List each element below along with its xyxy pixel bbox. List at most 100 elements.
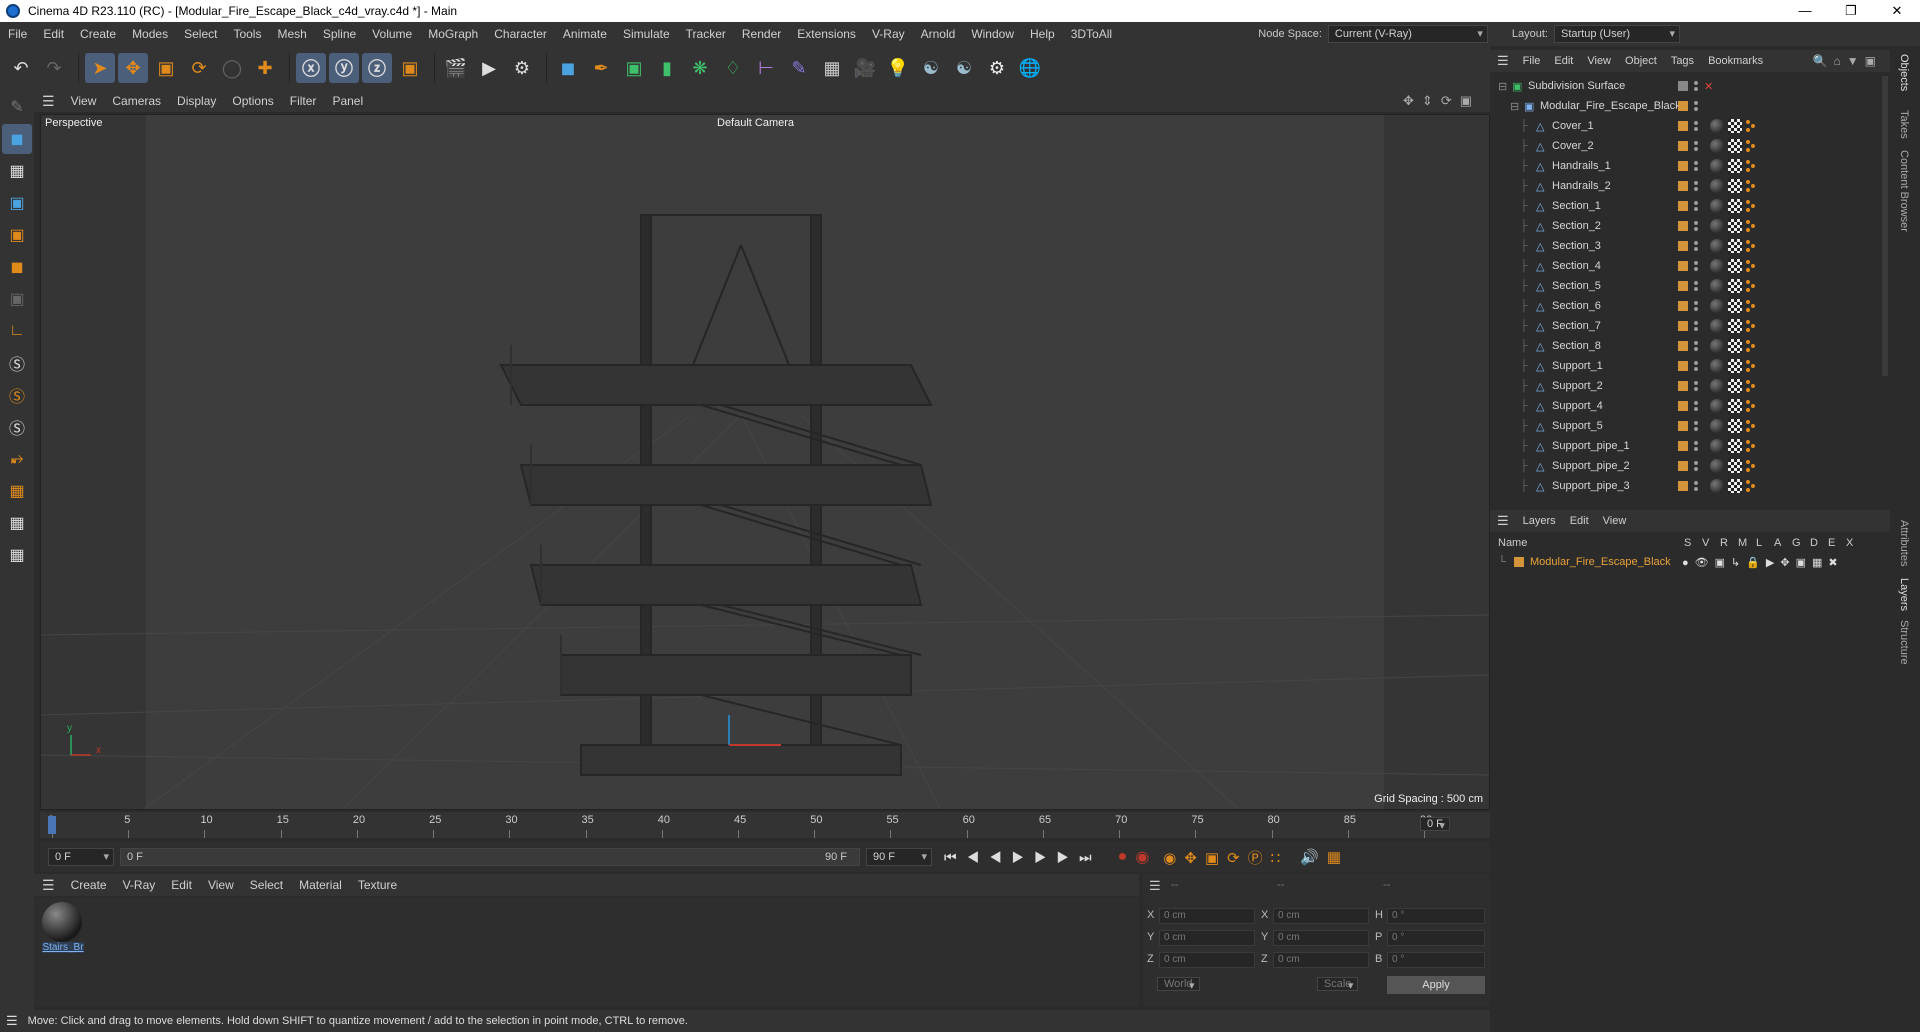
viewport-navigation-icons[interactable]: ✥⇕⟳▣ <box>1403 93 1480 109</box>
pos-z-field[interactable]: 0 cm <box>1159 952 1255 968</box>
object-menu-view[interactable]: View <box>1580 55 1618 67</box>
node-space-select[interactable]: Current (V-Ray) <box>1327 25 1488 43</box>
layer-menu-view[interactable]: View <box>1596 515 1634 527</box>
object-menu-tags[interactable]: Tags <box>1664 55 1701 67</box>
material-swatch[interactable]: Stairs_Br <box>42 902 84 958</box>
object-row[interactable]: ├ △ Section_8 <box>1490 336 1890 356</box>
uvw-tag-icon[interactable] <box>1728 319 1742 333</box>
cube-primitive-icon[interactable]: ◼ <box>553 53 583 83</box>
object-row[interactable]: ├ △ Support_1 <box>1490 356 1890 376</box>
sound-icon[interactable]: 🔊 <box>1300 848 1319 866</box>
visibility-dots-icon[interactable] <box>1694 241 1698 251</box>
material-tag-icon[interactable] <box>1710 419 1724 433</box>
phong-tag-icon[interactable] <box>1746 359 1756 373</box>
phong-tag-icon[interactable] <box>1746 419 1756 433</box>
visibility-dots-icon[interactable] <box>1694 181 1698 191</box>
timeline-window-icon[interactable]: ▦ <box>1327 848 1341 866</box>
phong-tag-icon[interactable] <box>1746 219 1756 233</box>
object-row[interactable]: ├ △ Support_pipe_1 <box>1490 436 1890 456</box>
globe-icon[interactable]: 🌐 <box>1015 53 1045 83</box>
pos-x-field[interactable]: 0 cm <box>1159 908 1255 924</box>
layer-menu-layers[interactable]: Layers <box>1516 515 1563 527</box>
locked-workplane-icon[interactable]: ▦ <box>2 540 32 570</box>
viewport-camera-name[interactable]: Default Camera <box>717 117 794 129</box>
visibility-dots-icon[interactable] <box>1694 461 1698 471</box>
material-menu-edit[interactable]: Edit <box>163 878 200 892</box>
uvw-tag-icon[interactable] <box>1728 139 1742 153</box>
object-hamburger-icon[interactable]: ☰ <box>1490 53 1516 69</box>
side-tab-content-browser[interactable]: Content Browser <box>1898 150 1910 232</box>
collapse-toggle-icon[interactable]: ⊟ <box>1498 80 1507 93</box>
grid-icon[interactable]: ▦ <box>2 508 32 538</box>
uvw-tag-icon[interactable] <box>1728 219 1742 233</box>
visibility-dots-icon[interactable] <box>1694 401 1698 411</box>
magnet-icon[interactable]: ⥵ <box>2 444 32 474</box>
timeline-ruler[interactable]: 051015202530354045505560657075808590 0 F <box>40 812 1490 838</box>
side-tab-takes[interactable]: Takes <box>1898 110 1910 139</box>
visibility-dots-icon[interactable] <box>1694 341 1698 351</box>
uvw-tag-icon[interactable] <box>1728 379 1742 393</box>
visibility-dots-icon[interactable] <box>1694 221 1698 231</box>
point-mode-icon[interactable]: ▣ <box>2 188 32 218</box>
polygon-mode-icon[interactable]: ◼ <box>2 252 32 282</box>
material-menu-select[interactable]: Select <box>242 878 291 892</box>
3d-viewport[interactable]: Perspective Default Camera Grid Spacing … <box>40 114 1490 810</box>
visibility-dots-icon[interactable] <box>1694 481 1698 491</box>
phong-tag-icon[interactable] <box>1746 199 1756 213</box>
uvw-tag-icon[interactable] <box>1728 439 1742 453</box>
uvw-tag-icon[interactable] <box>1728 399 1742 413</box>
menu-mograph[interactable]: MoGraph <box>420 22 486 46</box>
object-row-group[interactable]: ⊟ ▣ Modular_Fire_Escape_Black <box>1490 96 1890 116</box>
mograph-icon[interactable]: ♢ <box>718 53 748 83</box>
object-row[interactable]: ├ △ Section_4 <box>1490 256 1890 276</box>
material-menu-vray[interactable]: V-Ray <box>115 878 164 892</box>
axis-tool-icon[interactable]: ✚ <box>250 53 280 83</box>
uvw-tag-icon[interactable] <box>1728 279 1742 293</box>
select-arrow-icon[interactable]: ➤ <box>85 53 115 83</box>
visibility-dots-icon[interactable] <box>1694 81 1698 91</box>
end-frame-field[interactable]: 90 F <box>866 848 932 866</box>
phong-tag-icon[interactable] <box>1746 179 1756 193</box>
deformer-icon[interactable]: ⊢ <box>751 53 781 83</box>
light-icon[interactable]: 💡 <box>883 53 913 83</box>
viewport-menu-view[interactable]: View <box>63 94 105 108</box>
visibility-dots-icon[interactable] <box>1694 301 1698 311</box>
uvw-tag-icon[interactable] <box>1728 119 1742 133</box>
size-y-field[interactable]: 0 cm <box>1273 930 1369 946</box>
object-menu-bookmarks[interactable]: Bookmarks <box>1701 55 1770 67</box>
material-tag-icon[interactable] <box>1710 479 1724 493</box>
phong-tag-icon[interactable] <box>1746 319 1756 333</box>
material-tag-icon[interactable] <box>1710 219 1724 233</box>
material-tag-icon[interactable] <box>1710 259 1724 273</box>
material-menu-texture[interactable]: Texture <box>350 878 405 892</box>
phong-tag-icon[interactable] <box>1746 459 1756 473</box>
visibility-dots-icon[interactable] <box>1694 101 1698 111</box>
camera-icon[interactable]: 🎥 <box>850 53 880 83</box>
object-menu-object[interactable]: Object <box>1618 55 1664 67</box>
object-row[interactable]: ├ △ Cover_1 <box>1490 116 1890 136</box>
layer-color-swatch[interactable] <box>1514 557 1524 567</box>
phong-tag-icon[interactable] <box>1746 259 1756 273</box>
menu-arnold[interactable]: Arnold <box>913 22 964 46</box>
menu-character[interactable]: Character <box>486 22 555 46</box>
phong-tag-icon[interactable] <box>1746 379 1756 393</box>
object-row[interactable]: ├ △ Handrails_2 <box>1490 176 1890 196</box>
start-frame-field[interactable]: 0 F <box>48 848 114 866</box>
material-tag-icon[interactable] <box>1710 399 1724 413</box>
phong-tag-icon[interactable] <box>1746 339 1756 353</box>
record-icon[interactable]: ● <box>1118 848 1128 866</box>
extrude-generator-icon[interactable]: ▮ <box>652 53 682 83</box>
viewport-menu-cameras[interactable]: Cameras <box>104 94 169 108</box>
y-axis-lock-icon[interactable]: ⓨ <box>329 53 359 83</box>
material-menu-material[interactable]: Material <box>291 878 350 892</box>
viewport-hamburger-icon[interactable]: ☰ <box>34 93 63 110</box>
object-row[interactable]: ├ △ Section_2 <box>1490 216 1890 236</box>
python-script-icon[interactable]: ☯ <box>916 53 946 83</box>
object-row[interactable]: ├ △ Support_4 <box>1490 396 1890 416</box>
rot-h-field[interactable]: 0 ° <box>1387 908 1485 924</box>
snap-icon[interactable]: Ⓢ <box>2 348 32 378</box>
uvw-tag-icon[interactable] <box>1728 419 1742 433</box>
object-row[interactable]: ├ △ Handrails_1 <box>1490 156 1890 176</box>
phong-tag-icon[interactable] <box>1746 439 1756 453</box>
visibility-dots-icon[interactable] <box>1694 381 1698 391</box>
